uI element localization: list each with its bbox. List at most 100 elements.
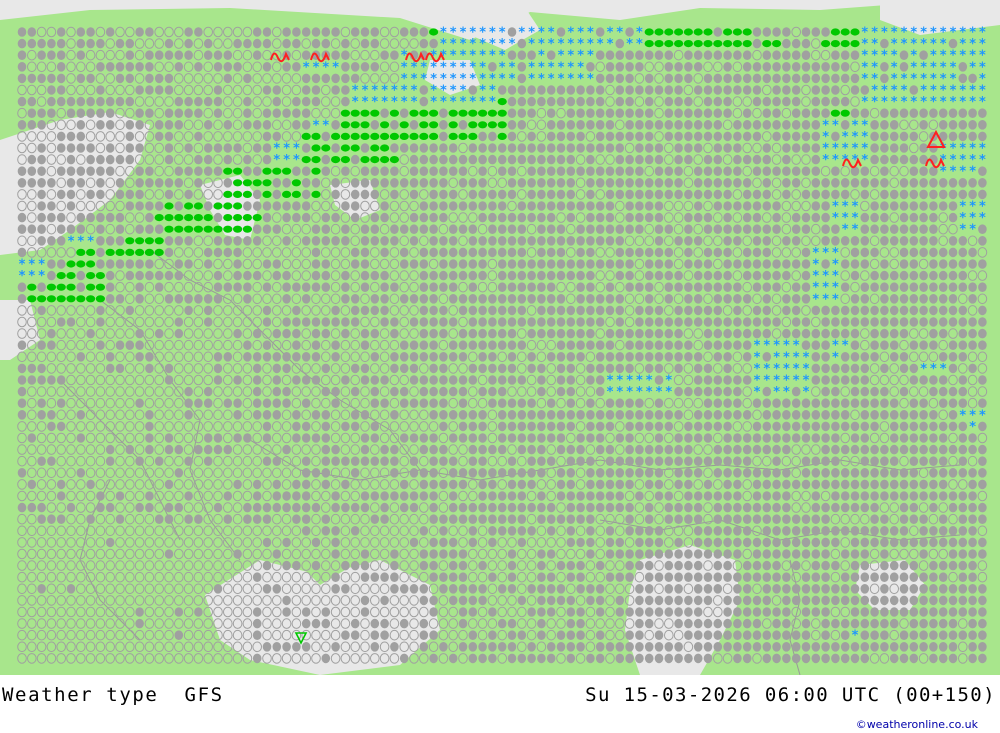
filled-gray-dot-icon xyxy=(713,410,723,420)
filled-gray-dot-icon xyxy=(664,421,674,432)
filled-gray-dot-icon xyxy=(439,317,448,327)
filled-gray-dot-icon xyxy=(497,317,507,327)
filled-gray-dot-icon xyxy=(331,305,340,316)
filled-gray-dot-icon xyxy=(644,468,654,478)
filled-gray-dot-icon xyxy=(517,595,527,606)
filled-gray-dot-icon xyxy=(135,340,144,351)
green-drop-icon xyxy=(321,144,331,152)
filled-gray-dot-icon xyxy=(958,491,968,501)
filled-gray-dot-icon xyxy=(664,189,674,200)
filled-gray-dot-icon xyxy=(625,444,634,455)
filled-gray-dot-icon xyxy=(635,85,644,95)
filled-gray-dot-icon xyxy=(684,352,693,362)
filled-gray-dot-icon xyxy=(527,96,536,107)
filled-gray-dot-icon xyxy=(223,352,233,362)
filled-gray-dot-icon xyxy=(919,294,928,304)
filled-gray-dot-icon xyxy=(654,50,664,60)
filled-gray-dot-icon xyxy=(644,50,654,60)
filled-gray-dot-icon xyxy=(742,410,752,420)
filled-gray-dot-icon xyxy=(252,270,262,281)
filled-gray-dot-icon xyxy=(527,189,536,200)
filled-gray-dot-icon xyxy=(674,444,683,455)
filled-gray-dot-icon xyxy=(576,456,585,467)
filled-gray-dot-icon xyxy=(978,282,987,293)
blue-asterisk-icon: * xyxy=(940,165,947,180)
filled-gray-dot-icon xyxy=(635,421,644,432)
filled-gray-dot-icon xyxy=(419,468,429,478)
filled-gray-dot-icon xyxy=(948,120,958,130)
filled-gray-dot-icon xyxy=(693,363,703,374)
filled-gray-dot-icon xyxy=(497,468,507,478)
filled-gray-dot-icon xyxy=(752,224,762,234)
filled-gray-dot-icon xyxy=(184,398,193,409)
filled-gray-dot-icon xyxy=(693,317,703,327)
filled-gray-dot-icon xyxy=(409,456,419,467)
filled-gray-dot-icon xyxy=(791,549,801,559)
filled-gray-dot-icon xyxy=(429,317,438,327)
filled-gray-dot-icon xyxy=(47,375,56,385)
filled-gray-dot-icon xyxy=(556,363,566,374)
filled-gray-dot-icon xyxy=(272,549,282,559)
filled-gray-dot-icon xyxy=(448,433,458,443)
green-drop-icon xyxy=(144,237,154,245)
weather-map[interactable]: * * * * * * * * * * * * * * * * * * * * * * * * * * * * * * * * * * * * * * * *… xyxy=(0,0,1000,675)
filled-gray-dot-icon xyxy=(625,514,634,524)
filled-gray-dot-icon xyxy=(350,201,360,211)
filled-gray-dot-icon xyxy=(595,305,605,316)
filled-gray-dot-icon xyxy=(801,468,811,478)
filled-gray-dot-icon xyxy=(850,294,860,304)
filled-gray-dot-icon xyxy=(860,433,870,443)
filled-gray-dot-icon xyxy=(880,386,889,397)
filled-gray-dot-icon xyxy=(693,584,703,594)
filled-gray-dot-icon xyxy=(811,479,821,490)
filled-gray-dot-icon xyxy=(458,572,468,582)
filled-gray-dot-icon xyxy=(762,491,772,501)
filled-gray-dot-icon xyxy=(664,50,674,60)
green-drop-icon xyxy=(360,156,370,164)
green-drop-icon xyxy=(125,237,135,245)
filled-gray-dot-icon xyxy=(938,328,948,339)
filled-gray-dot-icon xyxy=(194,294,203,304)
filled-gray-dot-icon xyxy=(782,38,791,49)
filled-gray-dot-icon xyxy=(958,328,968,339)
filled-gray-dot-icon xyxy=(644,189,654,200)
filled-gray-dot-icon xyxy=(615,572,625,582)
filled-gray-dot-icon xyxy=(811,352,821,362)
filled-gray-dot-icon xyxy=(145,178,154,188)
filled-gray-dot-icon xyxy=(684,282,693,293)
filled-gray-dot-icon xyxy=(605,201,615,211)
filled-gray-dot-icon xyxy=(703,50,713,60)
blue-asterisk-icon: * xyxy=(812,292,819,307)
filled-gray-dot-icon xyxy=(654,143,664,153)
filled-gray-dot-icon xyxy=(625,421,634,432)
filled-gray-dot-icon xyxy=(233,375,242,385)
blue-asterisk-icon: * xyxy=(509,37,516,52)
filled-gray-dot-icon xyxy=(429,154,438,165)
filled-gray-dot-icon xyxy=(399,398,409,409)
filled-gray-dot-icon xyxy=(37,189,46,200)
filled-gray-dot-icon xyxy=(889,398,899,409)
filled-gray-dot-icon xyxy=(488,444,497,455)
filled-gray-dot-icon xyxy=(527,410,536,420)
map-canvas[interactable]: * * * * * * * * * * * * * * * * * * * * * * * * * * * * * ** * * * * * * * * *… xyxy=(0,0,1000,675)
filled-gray-dot-icon xyxy=(831,537,840,548)
filled-gray-dot-icon xyxy=(194,96,203,107)
filled-gray-dot-icon xyxy=(880,526,889,536)
filled-gray-dot-icon xyxy=(742,270,752,281)
blue-asterisk-icon: * xyxy=(273,153,280,168)
filled-gray-dot-icon xyxy=(282,398,291,409)
filled-gray-dot-icon xyxy=(488,131,497,142)
filled-gray-dot-icon xyxy=(370,189,380,200)
filled-gray-dot-icon xyxy=(958,537,968,548)
filled-gray-dot-icon xyxy=(840,236,850,246)
filled-gray-dot-icon xyxy=(762,549,772,559)
filled-gray-dot-icon xyxy=(497,340,507,351)
filled-gray-dot-icon xyxy=(488,62,497,72)
filled-gray-dot-icon xyxy=(664,502,674,513)
filled-gray-dot-icon xyxy=(105,212,115,223)
filled-gray-dot-icon xyxy=(321,386,331,397)
filled-gray-dot-icon xyxy=(644,328,654,339)
filled-gray-dot-icon xyxy=(958,456,968,467)
filled-gray-dot-icon xyxy=(929,282,938,293)
filled-gray-dot-icon xyxy=(380,572,389,582)
